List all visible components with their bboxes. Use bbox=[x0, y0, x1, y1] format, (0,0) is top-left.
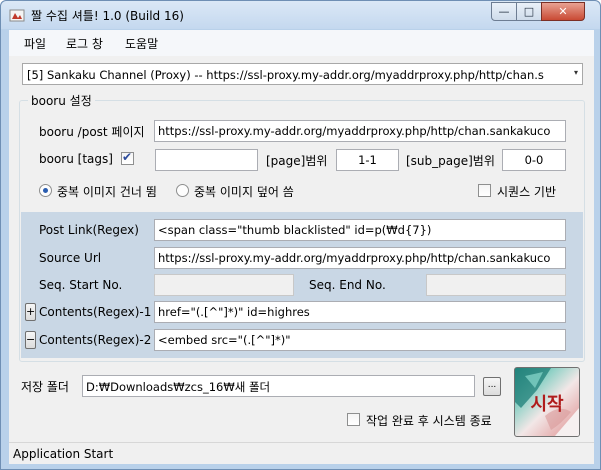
browse-folder-button[interactable]: ... bbox=[483, 377, 501, 396]
shutdown-checkbox[interactable] bbox=[347, 413, 360, 426]
start-button[interactable]: 시작 bbox=[514, 367, 580, 437]
maximize-button[interactable]: □ bbox=[516, 2, 542, 21]
skip-duplicates-label[interactable]: 중복 이미지 건너 뜀 bbox=[57, 183, 157, 200]
radio-selected-dot bbox=[43, 188, 48, 193]
menu-file[interactable]: 파일 bbox=[24, 35, 46, 52]
contents2-input[interactable]: <embed src="(.[^"]*)" bbox=[154, 329, 566, 351]
contents1-input[interactable]: href="(.[^"]*)" id=highres bbox=[154, 301, 566, 323]
tags-input[interactable] bbox=[155, 149, 258, 171]
add-contents-button[interactable]: + bbox=[25, 303, 36, 321]
shutdown-label[interactable]: 작업 완료 후 시스템 종료 bbox=[366, 412, 492, 429]
booru-settings-title: booru 설정 bbox=[28, 92, 95, 109]
seq-start-input[interactable] bbox=[154, 274, 294, 296]
start-button-label: 시작 bbox=[530, 394, 564, 415]
remove-contents-button[interactable]: − bbox=[25, 331, 36, 349]
maximize-icon: □ bbox=[523, 5, 535, 18]
contents2-label: Contents(Regex)-2 bbox=[39, 333, 152, 347]
tags-checkbox[interactable]: ✔ bbox=[121, 150, 134, 165]
site-select[interactable]: [5] Sankaku Channel (Proxy) -- https://s… bbox=[22, 63, 583, 85]
menu-help[interactable]: 도움말 bbox=[125, 35, 158, 52]
page-range-label: [page]범위 bbox=[266, 154, 328, 168]
status-text: Application Start bbox=[13, 447, 114, 461]
contents1-label: Contents(Regex)-1 bbox=[39, 305, 152, 319]
tags-label: booru [tags] bbox=[39, 152, 113, 166]
close-icon: ✕ bbox=[558, 5, 568, 18]
close-button[interactable]: ✕ bbox=[541, 2, 585, 21]
window-title: 짤 수집 셔틀! 1.0 (Build 16) bbox=[31, 9, 184, 23]
sequence-based-label[interactable]: 시퀀스 기반 bbox=[497, 183, 556, 200]
sequence-based-checkbox[interactable] bbox=[478, 184, 491, 197]
minimize-button[interactable]: — bbox=[491, 2, 517, 21]
menu-log-window[interactable]: 로그 창 bbox=[66, 35, 103, 52]
overwrite-duplicates-radio[interactable] bbox=[176, 184, 189, 197]
seq-start-label: Seq. Start No. bbox=[39, 278, 123, 292]
save-folder-label: 저장 폴더 bbox=[21, 380, 69, 394]
overwrite-duplicates-label[interactable]: 중복 이미지 덮어 씀 bbox=[194, 183, 294, 200]
main-window: 짤 수집 셔틀! 1.0 (Build 16) — □ ✕ 파일 로그 창 도움… bbox=[0, 0, 601, 470]
site-select-value: [5] Sankaku Channel (Proxy) -- https://s… bbox=[27, 68, 544, 82]
app-icon bbox=[9, 9, 25, 22]
page-range-input[interactable]: 1-1 bbox=[336, 149, 399, 171]
menu-bar: 파일 로그 창 도움말 bbox=[9, 30, 594, 56]
sub-page-range-input[interactable]: 0-0 bbox=[502, 149, 566, 171]
client-area: 파일 로그 창 도움말 [5] Sankaku Channel (Proxy) … bbox=[9, 30, 594, 464]
seq-end-input[interactable] bbox=[426, 274, 566, 296]
seq-end-label: Seq. End No. bbox=[309, 278, 386, 292]
skip-duplicates-radio[interactable] bbox=[39, 184, 52, 197]
minimize-icon: — bbox=[498, 5, 510, 18]
title-bar[interactable]: 짤 수집 셔틀! 1.0 (Build 16) — □ ✕ bbox=[1, 1, 600, 29]
post-page-label: booru /post 페이지 bbox=[39, 125, 145, 139]
post-link-label: Post Link(Regex) bbox=[39, 223, 139, 237]
source-url-label: Source Url bbox=[39, 251, 102, 265]
chevron-down-icon: ▾ bbox=[573, 68, 578, 77]
check-icon: ✔ bbox=[122, 150, 133, 164]
post-link-input[interactable]: <span class="thumb blacklisted" id=p(₩d{… bbox=[154, 219, 566, 241]
save-folder-input[interactable]: D:₩Downloads₩zcs_16₩새 폴더 bbox=[82, 375, 475, 397]
source-url-input[interactable]: https://ssl-proxy.my-addr.org/myaddrprox… bbox=[154, 247, 566, 269]
status-bar: Application Start bbox=[9, 442, 594, 464]
sub-page-range-label: [sub_page]범위 bbox=[406, 154, 495, 168]
post-page-input[interactable]: https://ssl-proxy.my-addr.org/myaddrprox… bbox=[154, 120, 566, 142]
